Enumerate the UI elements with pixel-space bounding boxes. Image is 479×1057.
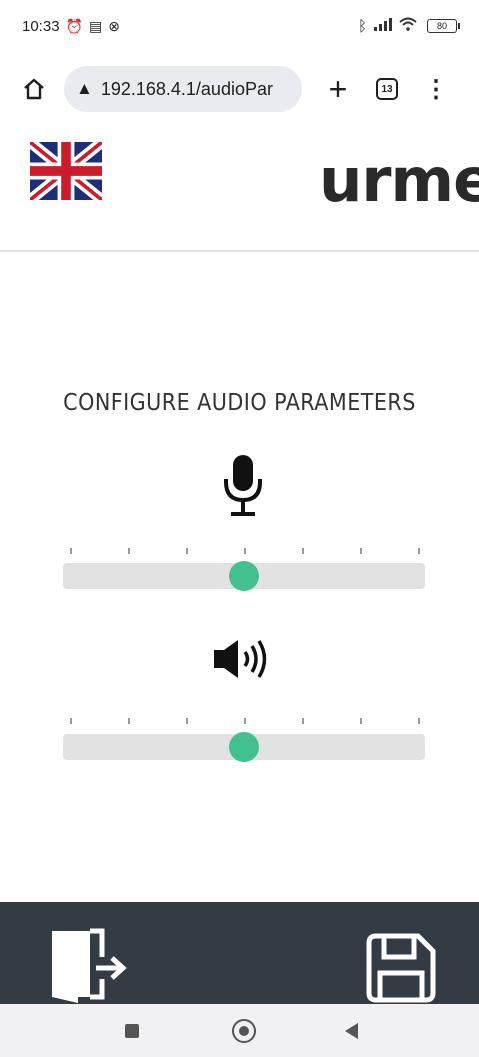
slider-tick [186,718,188,724]
status-time: 10:33 [22,17,60,35]
slider-tick [244,718,246,724]
slider-tick [302,718,304,724]
back-icon[interactable] [345,1023,358,1039]
speaker-slider-thumb[interactable] [229,732,259,762]
url-text: 192.168.4.1/audioPar [100,78,273,99]
logout-icon[interactable] [48,927,128,1003]
xbox-icon: ⊗ [108,17,120,34]
microphone-slider[interactable] [63,561,425,591]
slider-tick [128,718,130,724]
battery-icon: 80 [427,19,460,33]
slider-tick [244,548,246,554]
mic-ticks [70,548,420,554]
uk-flag-icon[interactable] [30,142,102,200]
slider-tick [360,548,362,554]
tab-switcher-button[interactable]: 13 [376,78,398,100]
speaker-ticks [70,718,420,724]
microphone-slider-thumb[interactable] [229,561,259,591]
status-right: ᛒ 80 [357,17,460,35]
bluetooth-icon: ᛒ [357,17,367,35]
warning-icon: ▲ [76,79,93,98]
slider-tick [418,718,420,724]
wifi-icon [399,17,417,35]
status-bar: 10:33 ⏰ ▤ ⊗ ᛒ 80 [0,0,479,52]
system-nav-bar [0,1004,479,1057]
slider-tick [360,718,362,724]
home-icon [24,78,44,100]
urmet-logo: urmet [319,145,479,216]
battery-level: 80 [436,21,447,31]
slider-tick [186,548,188,554]
footer-bar [0,902,479,1004]
browser-home-button[interactable] [12,67,56,111]
slider-tick [70,548,72,554]
speaker-icon [214,640,267,678]
slider-tick [128,548,130,554]
microphone-icon [224,455,262,516]
site-header: urmet [0,128,479,252]
page-title: CONFIGURE AUDIO PARAMETERS [63,390,416,416]
new-tab-button[interactable]: + [320,73,356,105]
save-icon[interactable] [366,933,436,1003]
status-left: 10:33 ⏰ ▤ ⊗ [22,18,120,35]
browser-menu-button[interactable]: ⋮ [424,75,448,104]
calendar-icon: ▤ [88,17,103,34]
recents-icon[interactable] [125,1024,139,1038]
alarm-icon: ⏰ [65,17,83,34]
tab-count: 13 [381,83,393,95]
slider-tick [302,548,304,554]
slider-tick [418,548,420,554]
signal-icon [373,17,393,35]
home-button-icon[interactable] [232,1019,256,1043]
browser-toolbar: ▲ 192.168.4.1/audioPar + 13 ⋮ [0,58,479,120]
slider-tick [70,718,72,724]
address-bar[interactable]: ▲ 192.168.4.1/audioPar [64,66,302,112]
speaker-slider[interactable] [63,732,425,762]
